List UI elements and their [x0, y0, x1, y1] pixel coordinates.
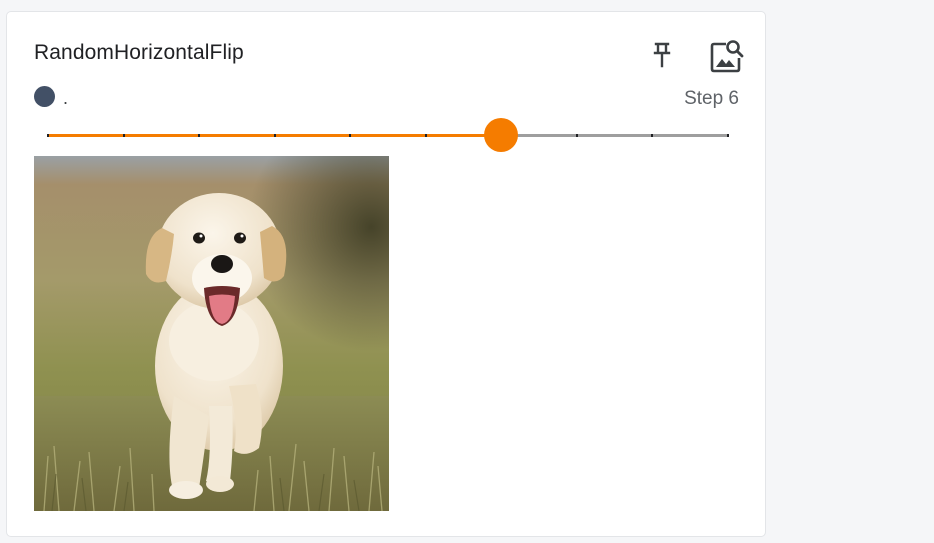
run-name: . — [63, 88, 69, 108]
pin-icon — [653, 42, 671, 68]
slider-tick — [575, 134, 578, 137]
puppy-image — [34, 156, 389, 511]
run-color-dot — [34, 86, 55, 107]
slider-tick — [198, 134, 201, 137]
slider-tick — [47, 134, 49, 137]
run-legend: . — [34, 86, 69, 108]
slider-tick — [651, 134, 654, 137]
card-title: RandomHorizontalFlip — [34, 41, 244, 64]
slider-tick — [273, 134, 276, 137]
image-search-icon — [710, 40, 744, 73]
slider-tick — [727, 134, 729, 137]
image-card: RandomHorizontalFlip . Step 6 — [6, 11, 766, 537]
slider-tick — [122, 134, 125, 137]
slider-tick — [424, 134, 427, 137]
slider-thumb[interactable] — [484, 118, 519, 152]
sample-image — [34, 156, 389, 511]
image-zoom-button[interactable] — [707, 36, 747, 76]
step-slider[interactable] — [47, 118, 729, 152]
slider-tick — [349, 134, 352, 137]
pin-button[interactable] — [647, 38, 677, 72]
step-label: Step 6 — [684, 88, 739, 109]
